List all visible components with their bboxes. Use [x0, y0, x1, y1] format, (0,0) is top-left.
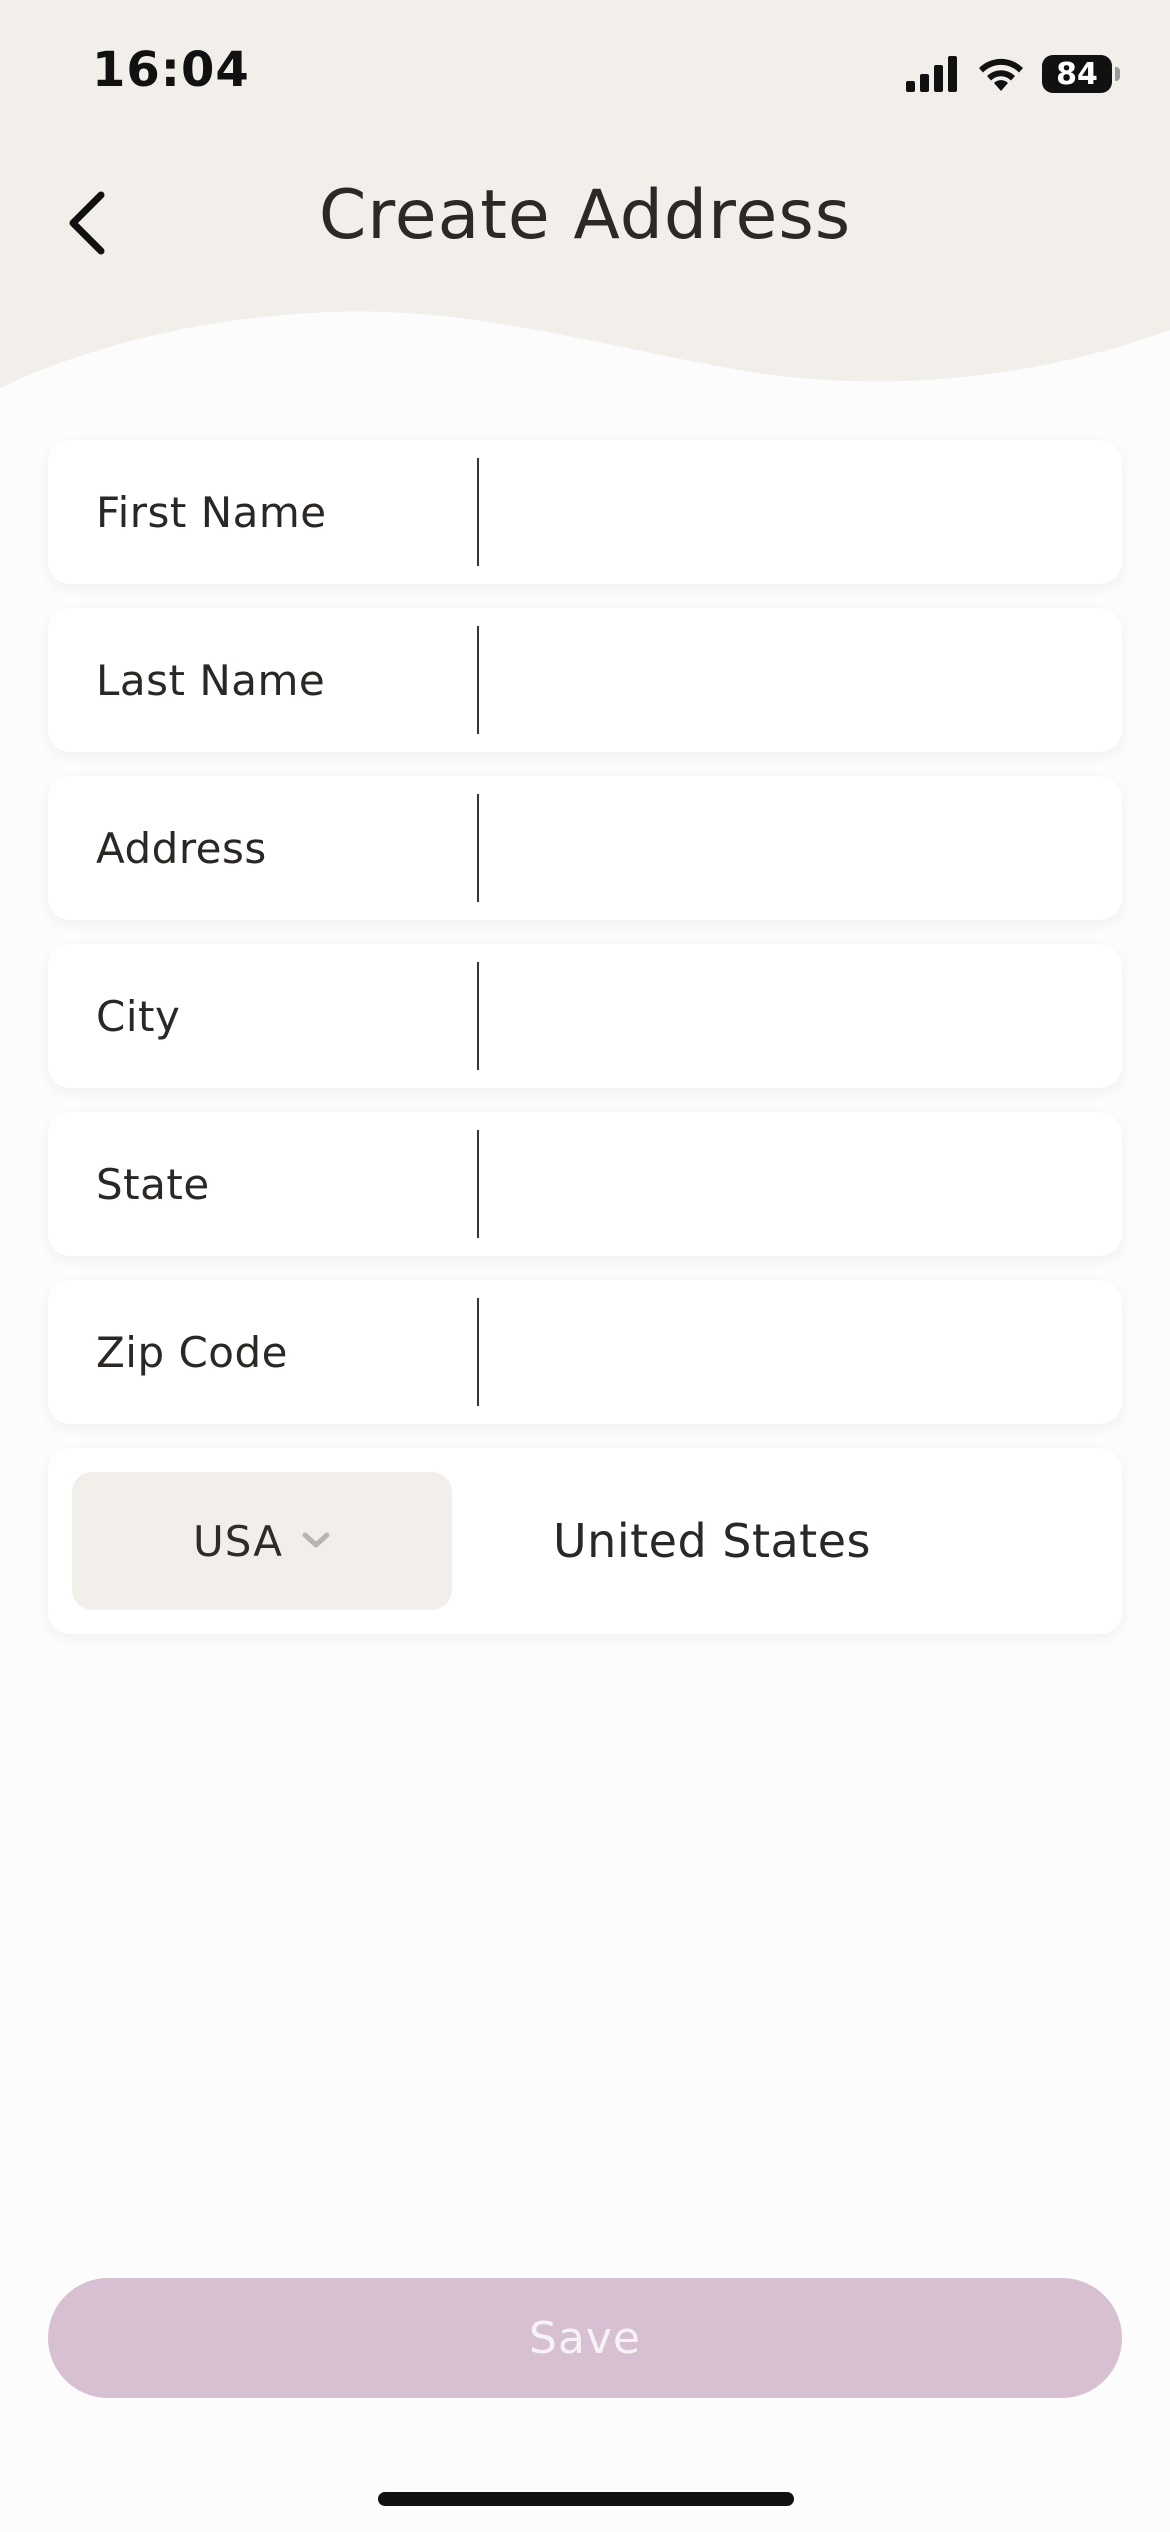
battery-cap [1115, 67, 1120, 81]
country-code-dropdown[interactable]: USA [72, 1472, 452, 1610]
field-divider [477, 962, 479, 1070]
address-form: First Name Last Name Address City State … [48, 440, 1122, 1634]
address-input[interactable] [494, 794, 1094, 902]
screen: 16:04 84 Create Address First Name Last … [0, 0, 1170, 2532]
country-code: USA [193, 1516, 283, 1566]
address-row: Address [48, 776, 1122, 920]
country-row: USA United States [48, 1448, 1122, 1634]
cellular-signal-icon [906, 56, 957, 92]
last-name-input[interactable] [494, 626, 1094, 734]
city-row: City [48, 944, 1122, 1088]
last-name-row: Last Name [48, 608, 1122, 752]
wifi-icon [979, 58, 1023, 91]
first-name-label: First Name [96, 487, 327, 537]
first-name-row: First Name [48, 440, 1122, 584]
city-input[interactable] [494, 962, 1094, 1070]
country-name: United States [553, 1514, 871, 1568]
city-label: City [96, 991, 181, 1041]
field-divider [477, 1298, 479, 1406]
state-row: State [48, 1112, 1122, 1256]
zip-code-row: Zip Code [48, 1280, 1122, 1424]
field-divider [477, 626, 479, 734]
status-icons: 84 [906, 52, 1120, 96]
state-label: State [96, 1159, 210, 1209]
address-label: Address [96, 823, 267, 873]
field-divider [477, 1130, 479, 1238]
status-time: 16:04 [92, 42, 250, 98]
first-name-input[interactable] [494, 458, 1094, 566]
battery-level: 84 [1056, 56, 1098, 92]
page-title: Create Address [318, 176, 852, 255]
save-button[interactable]: Save [48, 2278, 1122, 2398]
state-input[interactable] [494, 1130, 1094, 1238]
home-indicator[interactable] [378, 2492, 794, 2506]
field-divider [477, 794, 479, 902]
battery-icon: 84 [1042, 55, 1120, 93]
last-name-label: Last Name [96, 655, 326, 705]
field-divider [477, 458, 479, 566]
zip-code-input[interactable] [494, 1298, 1094, 1406]
zip-code-label: Zip Code [96, 1327, 288, 1377]
chevron-down-icon [302, 1532, 330, 1548]
